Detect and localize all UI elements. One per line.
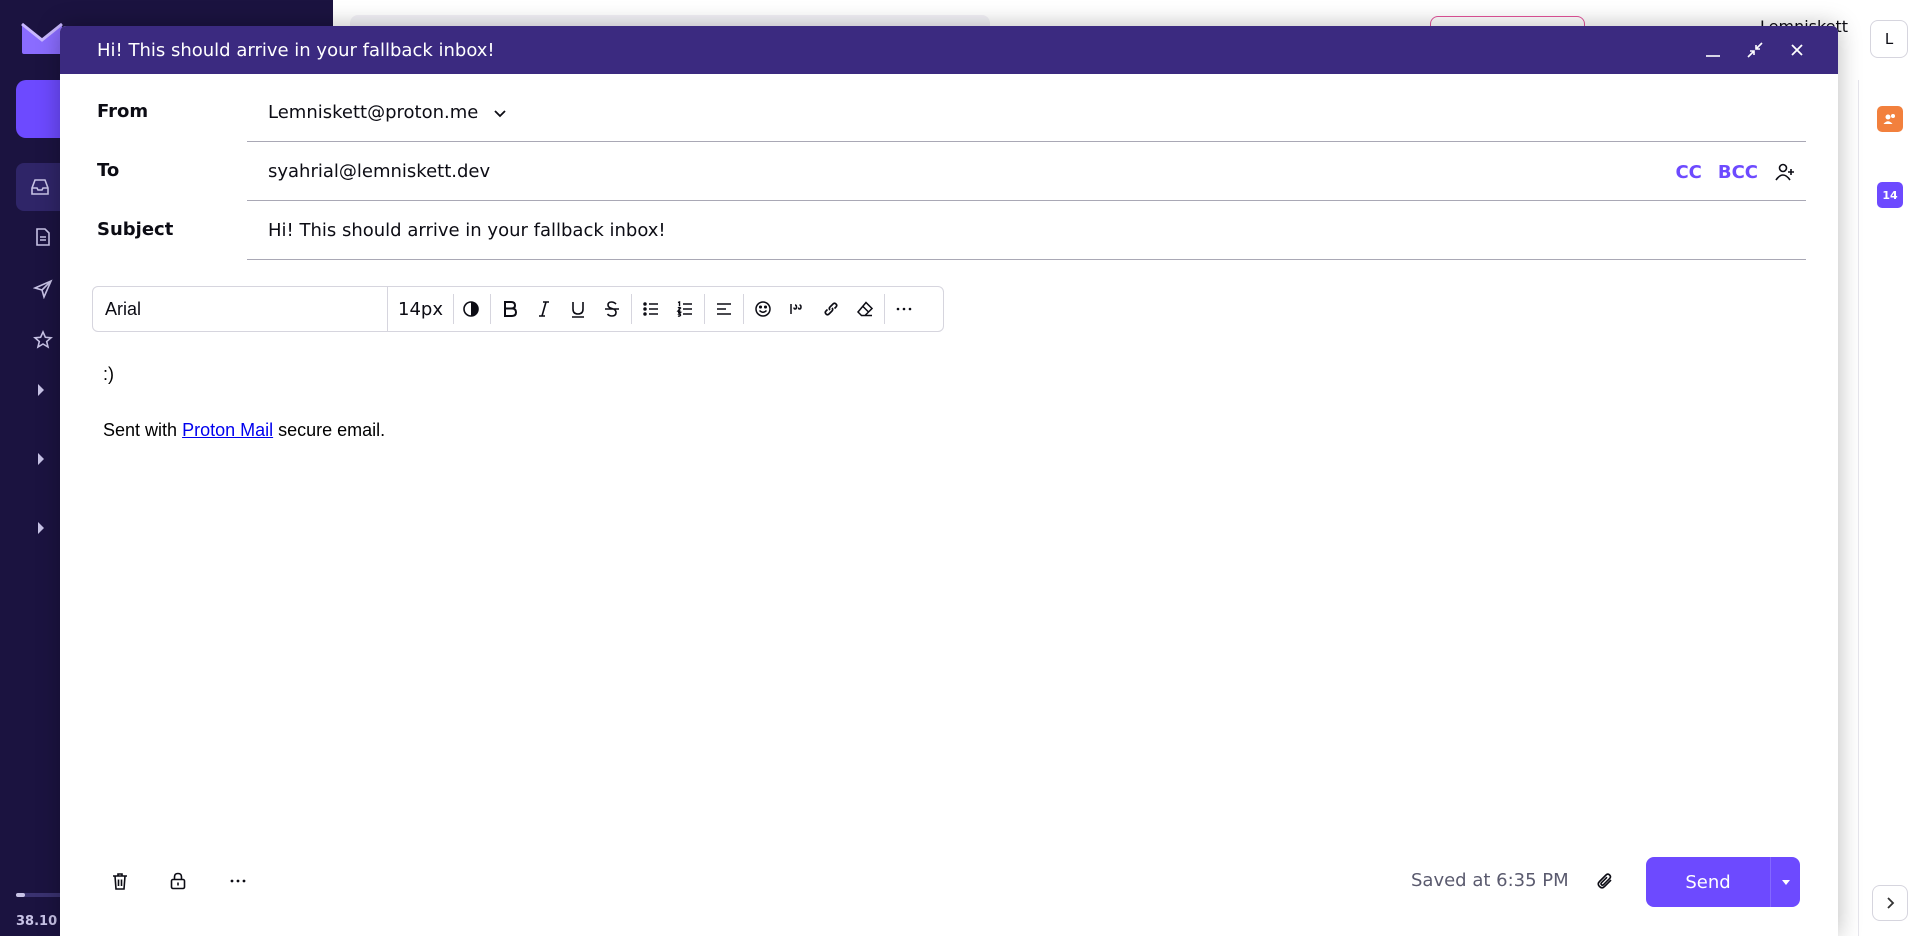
italic-button[interactable] bbox=[527, 287, 561, 331]
paperclip-icon bbox=[1597, 873, 1612, 889]
inbox-icon bbox=[31, 179, 49, 195]
to-field[interactable]: syahrial@lemniskett.dev CC BCC bbox=[247, 143, 1806, 201]
align-button[interactable] bbox=[707, 287, 741, 331]
emoji-button[interactable] bbox=[746, 287, 780, 331]
saved-status: Saved at 6:35 PM bbox=[1411, 870, 1569, 891]
emoji-icon bbox=[755, 301, 771, 317]
italic-icon bbox=[539, 301, 549, 317]
encryption-button[interactable] bbox=[158, 861, 198, 901]
expand-labels-caret-icon[interactable] bbox=[38, 522, 44, 534]
from-value: Lemniskett@proton.me bbox=[268, 102, 479, 123]
align-left-icon bbox=[717, 303, 731, 315]
clear-formatting-button[interactable] bbox=[848, 287, 882, 331]
minimize-icon bbox=[1706, 55, 1720, 57]
sidebar-item-drafts[interactable] bbox=[30, 224, 56, 250]
expand-rail-button[interactable] bbox=[1872, 885, 1908, 921]
lock-icon bbox=[170, 872, 186, 890]
calendar-app-icon[interactable]: 14 bbox=[1877, 182, 1903, 208]
composer-window: Hi! This should arrive in your fallback … bbox=[60, 26, 1838, 936]
chevron-right-icon bbox=[1887, 897, 1895, 909]
font-size-select[interactable]: 14px bbox=[388, 294, 454, 324]
sidebar-item-starred[interactable] bbox=[30, 327, 56, 353]
delete-draft-button[interactable] bbox=[100, 861, 140, 901]
subject-row: Subject Hi! This should arrive in your f… bbox=[60, 202, 1838, 260]
expand-folders-caret-icon[interactable] bbox=[38, 453, 44, 465]
sent-icon bbox=[33, 279, 53, 299]
toolbar-divider bbox=[631, 294, 632, 324]
contacts-app-icon[interactable] bbox=[1877, 106, 1903, 132]
bulleted-list-button[interactable] bbox=[634, 287, 668, 331]
subject-field[interactable]: Hi! This should arrive in your fallback … bbox=[247, 202, 1806, 260]
toolbar-divider bbox=[743, 294, 744, 324]
send-button-group: Send bbox=[1646, 857, 1800, 907]
body-line: :) bbox=[103, 364, 114, 384]
expand-more-caret-icon[interactable] bbox=[38, 384, 44, 396]
bullet-list-icon bbox=[643, 302, 658, 316]
to-label: To bbox=[97, 160, 120, 181]
to-row: To syahrial@lemniskett.dev CC BCC bbox=[60, 143, 1838, 201]
send-options-button[interactable] bbox=[1770, 857, 1800, 907]
cc-button[interactable]: CC bbox=[1675, 162, 1701, 183]
close-button[interactable] bbox=[1782, 35, 1812, 65]
composer-footer: Saved at 6:35 PM Send bbox=[60, 836, 1838, 936]
underline-icon bbox=[572, 302, 584, 318]
trash-icon bbox=[113, 873, 127, 890]
from-select[interactable]: Lemniskett@proton.me bbox=[247, 84, 1806, 142]
composer-header: Hi! This should arrive in your fallback … bbox=[60, 26, 1838, 74]
bold-icon bbox=[504, 301, 518, 317]
star-icon bbox=[33, 330, 53, 349]
composer-title: Hi! This should arrive in your fallback … bbox=[97, 39, 495, 61]
signature-suffix: secure email. bbox=[278, 420, 386, 440]
drafts-icon bbox=[36, 228, 50, 246]
toolbar-divider bbox=[884, 294, 885, 324]
quote-icon bbox=[790, 304, 802, 314]
chevron-down-icon bbox=[492, 105, 508, 121]
more-actions-button[interactable] bbox=[218, 861, 258, 901]
editor-toolbar: Arial 14px bbox=[92, 286, 944, 332]
collapse-icon bbox=[1747, 42, 1763, 58]
from-row: From Lemniskett@proton.me bbox=[60, 84, 1838, 142]
signature: Sent with Proton Mail secure email. bbox=[103, 420, 1798, 441]
apps-rail bbox=[1858, 80, 1920, 936]
close-icon bbox=[1791, 44, 1803, 56]
text-color-button[interactable] bbox=[454, 287, 488, 331]
signature-prefix: Sent with bbox=[103, 420, 178, 440]
toolbar-divider bbox=[490, 294, 491, 324]
more-icon bbox=[230, 879, 246, 883]
send-button[interactable]: Send bbox=[1646, 857, 1770, 907]
attach-file-button[interactable] bbox=[1585, 861, 1625, 901]
add-contact-icon[interactable] bbox=[1774, 161, 1796, 183]
proton-mail-logo-icon bbox=[21, 22, 63, 54]
bold-button[interactable] bbox=[493, 287, 527, 331]
underline-button[interactable] bbox=[561, 287, 595, 331]
more-options-button[interactable] bbox=[887, 287, 921, 331]
more-icon bbox=[896, 307, 912, 311]
toolbar-divider bbox=[704, 294, 705, 324]
contrast-icon bbox=[463, 301, 479, 317]
subject-label: Subject bbox=[97, 219, 174, 240]
recipient-address[interactable]: syahrial@lemniskett.dev bbox=[268, 161, 490, 182]
blockquote-button[interactable] bbox=[780, 287, 814, 331]
font-family-select[interactable]: Arial bbox=[93, 287, 388, 331]
sidebar-item-sent[interactable] bbox=[30, 276, 56, 302]
strikethrough-button[interactable] bbox=[595, 287, 629, 331]
message-body[interactable]: :) Sent with Proton Mail secure email. bbox=[103, 364, 1798, 476]
collapse-button[interactable] bbox=[1740, 35, 1770, 65]
from-label: From bbox=[97, 101, 149, 122]
avatar[interactable]: L bbox=[1870, 20, 1908, 58]
proton-mail-link[interactable]: Proton Mail bbox=[182, 420, 273, 440]
eraser-icon bbox=[856, 301, 874, 317]
numbered-list-button[interactable] bbox=[668, 287, 702, 331]
link-icon bbox=[824, 302, 838, 316]
caret-down-icon bbox=[1781, 880, 1790, 885]
insert-link-button[interactable] bbox=[814, 287, 848, 331]
strikethrough-icon bbox=[605, 301, 619, 317]
numbered-list-icon bbox=[676, 301, 692, 317]
bcc-button[interactable]: BCC bbox=[1718, 162, 1758, 183]
minimize-button[interactable] bbox=[1698, 35, 1728, 65]
